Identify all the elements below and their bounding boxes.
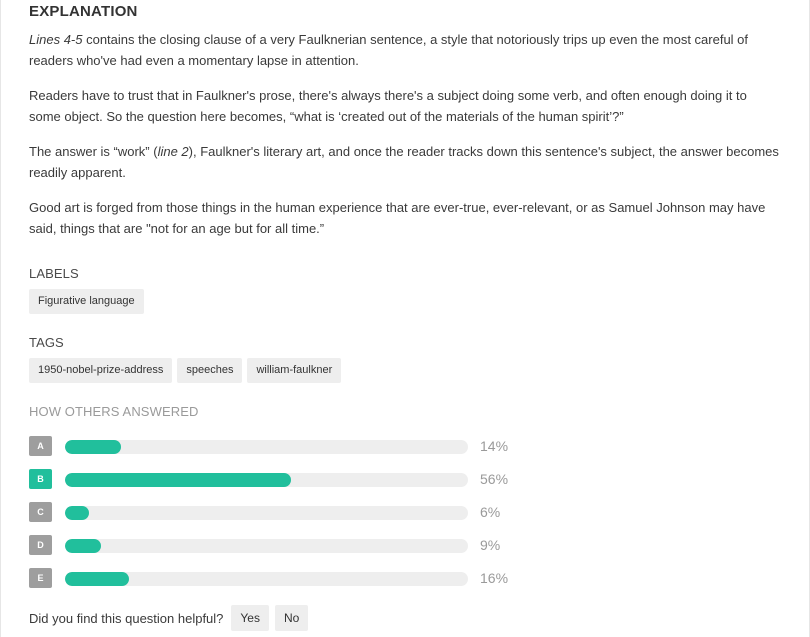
- answer-percent: 6%: [480, 504, 501, 520]
- helpful-question: Did you find this question helpful?: [29, 610, 224, 626]
- answer-letter: E: [29, 568, 52, 588]
- answer-bar-track: [65, 440, 468, 454]
- answer-percent: 16%: [480, 570, 509, 586]
- no-button[interactable]: No: [274, 605, 309, 631]
- answer-distribution: A 14% B 56% C 6% D 9% E 16%: [29, 436, 549, 601]
- labels-list: Figurative language: [29, 289, 144, 314]
- explanation-heading: EXPLANATION: [29, 3, 138, 20]
- answer-row-b: B 56%: [29, 469, 549, 502]
- line-reference: line 2: [157, 144, 189, 159]
- tag-chip[interactable]: speeches: [177, 358, 243, 383]
- answer-bar-fill: [65, 539, 102, 553]
- answer-bar-fill: [65, 572, 130, 586]
- tag-chip[interactable]: william-faulkner: [247, 358, 342, 383]
- tags-heading: TAGS: [29, 335, 64, 350]
- helpful-feedback: Did you find this question helpful? Yes …: [29, 605, 309, 631]
- explanation-paragraph-1: Lines 4-5 contains the closing clause of…: [29, 29, 781, 71]
- answer-letter: A: [29, 436, 52, 456]
- answer-bar-track: [65, 506, 468, 520]
- answer-letter: D: [29, 535, 52, 555]
- answer-row-d: D 9%: [29, 535, 549, 568]
- answer-letter: C: [29, 502, 52, 522]
- answer-percent: 56%: [480, 471, 509, 487]
- explanation-paragraph-3: The answer is “work” (line 2), Faulkner'…: [29, 141, 781, 183]
- answer-bar-fill: [65, 473, 291, 487]
- tag-chip[interactable]: 1950-nobel-prize-address: [29, 358, 173, 383]
- yes-button[interactable]: Yes: [231, 605, 269, 631]
- paragraph-text: contains the closing clause of a very Fa…: [29, 32, 749, 68]
- left-divider: [0, 0, 1, 637]
- answer-bar-track: [65, 473, 468, 487]
- answer-percent: 14%: [480, 438, 509, 454]
- explanation-paragraph-4: Good art is forged from those things in …: [29, 200, 766, 236]
- labels-heading: LABELS: [29, 266, 79, 281]
- how-others-answered-heading: HOW OTHERS ANSWERED: [29, 404, 199, 419]
- answer-bar-track: [65, 572, 468, 586]
- answer-percent: 9%: [480, 537, 501, 553]
- answer-letter: B: [29, 469, 52, 489]
- answer-bar-fill: [65, 506, 90, 520]
- answer-bar-fill: [65, 440, 122, 454]
- answer-row-e: E 16%: [29, 568, 549, 601]
- answer-row-a: A 14%: [29, 436, 549, 469]
- label-chip[interactable]: Figurative language: [29, 289, 144, 314]
- line-reference: Lines 4-5: [29, 32, 83, 47]
- paragraph-text: The answer is “work” (: [29, 144, 158, 159]
- answer-bar-track: [65, 539, 468, 553]
- explanation-paragraph-2: Readers have to trust that in Faulkner's…: [29, 88, 747, 124]
- tags-list: 1950-nobel-prize-address speeches willia…: [29, 358, 342, 383]
- answer-row-c: C 6%: [29, 502, 549, 535]
